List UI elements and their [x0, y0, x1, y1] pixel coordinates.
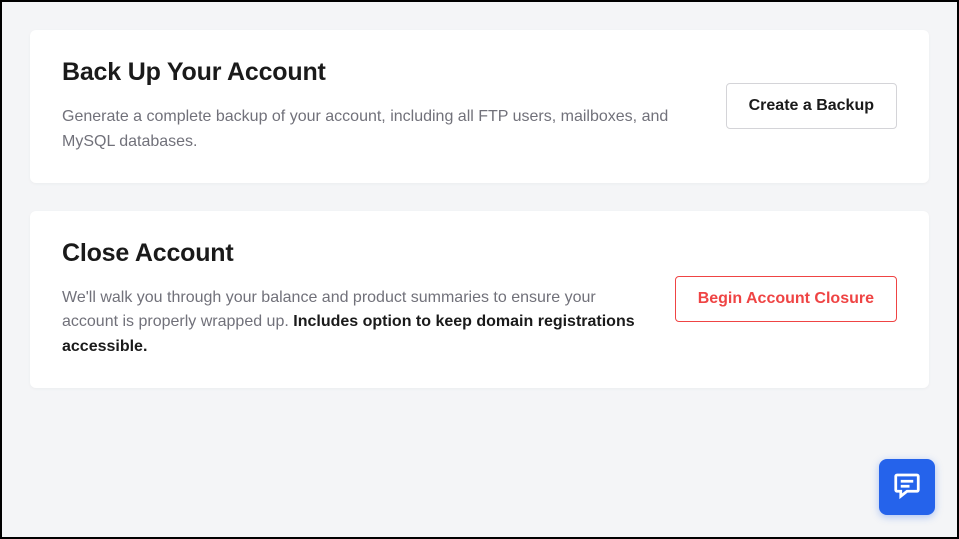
backup-card-title: Back Up Your Account [62, 58, 686, 87]
begin-account-closure-button[interactable]: Begin Account Closure [675, 276, 897, 322]
backup-account-card: Back Up Your Account Generate a complete… [30, 30, 929, 183]
backup-card-description: Generate a complete backup of your accou… [62, 105, 686, 155]
chat-icon [892, 470, 922, 505]
close-card-description: We'll walk you through your balance and … [62, 286, 635, 360]
close-card-title: Close Account [62, 239, 635, 268]
chat-button[interactable] [879, 459, 935, 515]
backup-card-content: Back Up Your Account Generate a complete… [62, 58, 686, 155]
close-account-card: Close Account We'll walk you through you… [30, 211, 929, 388]
close-card-content: Close Account We'll walk you through you… [62, 239, 635, 360]
create-backup-button[interactable]: Create a Backup [726, 83, 897, 129]
